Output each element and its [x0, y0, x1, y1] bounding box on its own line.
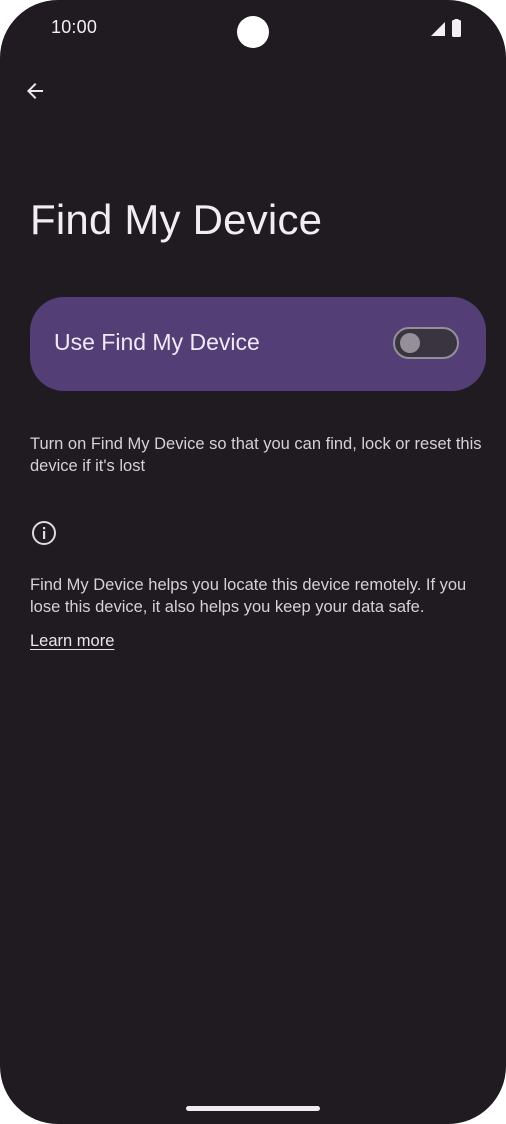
- status-time: 10:00: [51, 17, 98, 37]
- home-indicator[interactable]: [186, 1106, 320, 1111]
- arrow-back-icon: [27, 83, 43, 99]
- back-button[interactable]: [16, 72, 54, 110]
- info-icon: [31, 520, 57, 546]
- camera-cutout: [237, 16, 269, 48]
- use-find-my-device-switch-bar[interactable]: Use Find My Device: [30, 297, 486, 391]
- toggle-thumb: [400, 333, 420, 353]
- learn-more-link[interactable]: Learn more: [30, 632, 114, 651]
- phone-screen: 10:00 Find My Device Use Find My Device …: [0, 0, 506, 1124]
- info-text: Find My Device helps you locate this dev…: [30, 576, 467, 616]
- battery-icon: [452, 20, 461, 37]
- status-icons: [430, 18, 466, 39]
- status-bar: 10:00: [0, 0, 506, 60]
- description-text: Turn on Find My Device so that you can f…: [30, 435, 482, 475]
- main-switch-label: Use Find My Device: [54, 329, 260, 355]
- toggle-switch[interactable]: [393, 327, 459, 359]
- page-title: Find My Device: [30, 196, 323, 243]
- cellular-signal-icon: [431, 18, 461, 37]
